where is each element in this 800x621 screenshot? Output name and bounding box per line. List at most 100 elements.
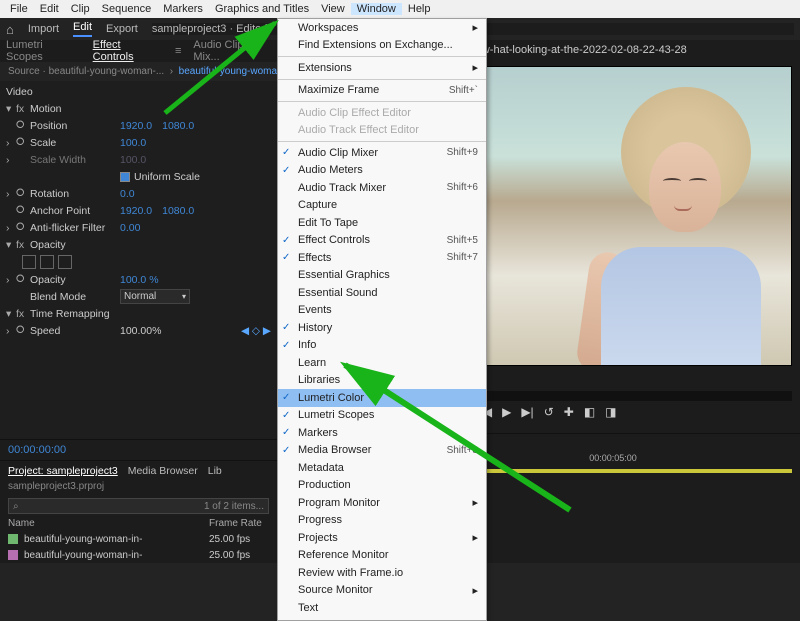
- menu-markers[interactable]: Markers: [157, 3, 209, 15]
- prop-blend: Blend Mode: [30, 291, 120, 303]
- speed-value[interactable]: 100.00%: [120, 325, 161, 337]
- menu-item-reference-monitor[interactable]: Reference Monitor: [278, 547, 486, 565]
- tab-export[interactable]: Export: [106, 23, 138, 35]
- effect-timecode: 00:00:00:00: [0, 439, 277, 460]
- submenu-icon: ▸: [472, 61, 478, 74]
- menu-item-review-with-frame-io[interactable]: Review with Frame.io: [278, 564, 486, 582]
- check-icon: ✓: [282, 340, 290, 351]
- check-icon: ✓: [282, 252, 290, 263]
- menu-item-maximize-frame[interactable]: Maximize FrameShift+`: [278, 82, 486, 100]
- prop-position: Position: [30, 120, 120, 132]
- opacity-value[interactable]: 100.0 %: [120, 274, 159, 286]
- scale-value[interactable]: 100.0: [120, 137, 146, 149]
- menu-edit[interactable]: Edit: [34, 3, 65, 15]
- menu-item-audio-meters[interactable]: ✓Audio Meters: [278, 162, 486, 180]
- prop-anchor: Anchor Point: [30, 205, 120, 217]
- transport-button[interactable]: ◧: [584, 405, 595, 419]
- mask-tools[interactable]: [0, 253, 277, 271]
- uniform-scale-checkbox[interactable]: [120, 172, 130, 182]
- menu-graphics-and-titles[interactable]: Graphics and Titles: [209, 3, 315, 15]
- menu-item-audio-track-effect-editor: Audio Track Effect Editor: [278, 122, 486, 140]
- menu-file[interactable]: File: [4, 3, 34, 15]
- menu-item-workspaces[interactable]: Workspaces▸: [278, 19, 486, 37]
- project-panel: Project: sampleproject3 Media Browser Li…: [0, 460, 277, 563]
- prop-scale-width: Scale Width: [30, 154, 120, 166]
- menu-item-effect-controls[interactable]: ✓Effect ControlsShift+5: [278, 232, 486, 250]
- menu-item-audio-clip-mixer[interactable]: ✓Audio Clip MixerShift+9: [278, 144, 486, 162]
- prop-opacity: Opacity: [30, 274, 120, 286]
- col-name[interactable]: Name: [8, 518, 209, 529]
- timeline-timecode: 00:00:05:00: [589, 453, 792, 463]
- menu-item-audio-clip-effect-editor: Audio Clip Effect Editor: [278, 104, 486, 122]
- menu-item-find-extensions-on-exchange-[interactable]: Find Extensions on Exchange...: [278, 37, 486, 55]
- projtab-project[interactable]: Project: sampleproject3: [8, 465, 118, 477]
- menu-help[interactable]: Help: [402, 3, 437, 15]
- search-icon: ⌕: [13, 501, 19, 512]
- rotation-value[interactable]: 0.0: [120, 188, 135, 200]
- check-icon: ✓: [282, 235, 290, 246]
- menu-item-events[interactable]: Events: [278, 302, 486, 320]
- annotation-arrow: [330, 350, 580, 523]
- check-icon: ✓: [282, 427, 290, 438]
- prop-rotation: Rotation: [30, 188, 120, 200]
- menu-item-source-monitor[interactable]: Source Monitor▸: [278, 582, 486, 600]
- submenu-icon: ▸: [472, 584, 478, 597]
- home-icon[interactable]: ⌂: [6, 22, 14, 37]
- prop-antiflicker: Anti-flicker Filter: [30, 222, 120, 234]
- time-remap-section[interactable]: Time Remapping: [30, 308, 120, 320]
- prop-scale: Scale: [30, 137, 120, 149]
- ellipse-mask-icon[interactable]: [22, 255, 36, 269]
- position-y[interactable]: 1080.0: [162, 120, 194, 132]
- pen-mask-icon[interactable]: [58, 255, 72, 269]
- window-menu-dropdown: Workspaces▸Find Extensions on Exchange..…: [277, 18, 487, 621]
- position-x[interactable]: 1920.0: [120, 120, 152, 132]
- col-framerate[interactable]: Frame Rate: [209, 518, 269, 529]
- tab-lumetri-scopes[interactable]: Lumetri Scopes: [6, 39, 81, 63]
- menu-view[interactable]: View: [315, 3, 351, 15]
- menu-item-effects[interactable]: ✓EffectsShift+7: [278, 249, 486, 267]
- check-icon: ✓: [282, 392, 290, 403]
- submenu-icon: ▸: [472, 21, 478, 34]
- check-icon: ✓: [282, 445, 290, 456]
- projtab-media-browser[interactable]: Media Browser: [128, 465, 198, 477]
- menu-item-essential-graphics[interactable]: Essential Graphics: [278, 267, 486, 285]
- menu-item-audio-track-mixer[interactable]: Audio Track MixerShift+6: [278, 179, 486, 197]
- tab-effect-controls[interactable]: Effect Controls: [93, 39, 163, 63]
- blend-mode-select[interactable]: Normal: [120, 289, 190, 304]
- tab-import[interactable]: Import: [28, 23, 59, 35]
- label-swatch: [8, 550, 18, 560]
- label-swatch: [8, 534, 18, 544]
- check-icon: ✓: [282, 410, 290, 421]
- menu-item-extensions[interactable]: Extensions▸: [278, 59, 486, 77]
- menu-window[interactable]: Window: [351, 3, 402, 15]
- menu-item-projects[interactable]: Projects▸: [278, 529, 486, 547]
- opacity-section[interactable]: Opacity: [30, 239, 120, 251]
- menu-item-text[interactable]: Text: [278, 599, 486, 617]
- tab-edit[interactable]: Edit: [73, 21, 92, 37]
- antiflicker-value[interactable]: 0.00: [120, 222, 140, 234]
- menu-item-edit-to-tape[interactable]: Edit To Tape: [278, 214, 486, 232]
- check-icon: ✓: [282, 147, 290, 158]
- project-search[interactable]: ⌕ 1 of 2 items...: [8, 498, 269, 514]
- menu-item-capture[interactable]: Capture: [278, 197, 486, 215]
- anchor-x[interactable]: 1920.0: [120, 205, 152, 217]
- menu-item-essential-sound[interactable]: Essential Sound: [278, 284, 486, 302]
- check-icon: ✓: [282, 322, 290, 333]
- transport-button[interactable]: ◨: [605, 405, 616, 419]
- submenu-icon: ▸: [472, 531, 478, 544]
- project-item[interactable]: beautiful-young-woman-in-25.00 fps: [0, 531, 277, 547]
- projtab-lib[interactable]: Lib: [208, 465, 222, 477]
- effect-controls-panel: Video ▾fxMotion ⭘Position1920.01080.0 ›⭘…: [0, 81, 277, 439]
- project-item[interactable]: beautiful-young-woman-in-25.00 fps: [0, 547, 277, 563]
- anchor-y[interactable]: 1080.0: [162, 205, 194, 217]
- menu-sequence[interactable]: Sequence: [96, 3, 158, 15]
- project-filename: sampleproject3.prproj: [0, 481, 277, 496]
- menu-clip[interactable]: Clip: [65, 3, 96, 15]
- motion-section[interactable]: Motion: [30, 103, 120, 115]
- prop-speed: Speed: [30, 325, 120, 337]
- menu-item-history[interactable]: ✓History: [278, 319, 486, 337]
- menubar: FileEditClipSequenceMarkersGraphics and …: [0, 0, 800, 18]
- annotation-arrow: [160, 18, 290, 121]
- check-icon: ✓: [282, 165, 290, 176]
- rect-mask-icon[interactable]: [40, 255, 54, 269]
